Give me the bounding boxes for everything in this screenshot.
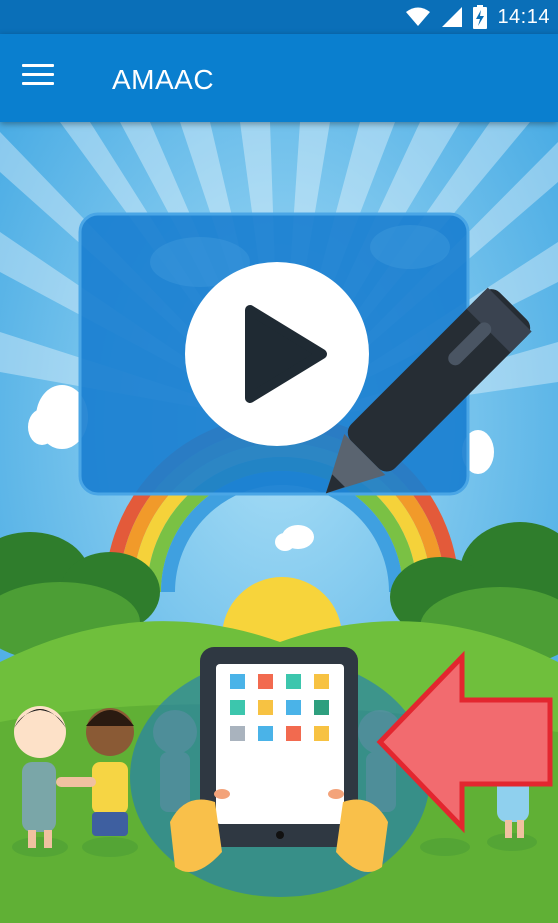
cell-signal-icon [442,7,463,27]
hero-scene [0,122,558,923]
status-icons: 14:14 [405,4,550,30]
status-time: 14:14 [497,5,550,28]
hero-illustration [0,122,558,923]
tablet-icon [170,647,388,872]
hamburger-menu-icon[interactable] [22,64,58,94]
status-bar: 14:14 [0,0,558,34]
app-title: AMAAC [112,64,215,95]
battery-charging-icon [473,5,488,29]
play-icon[interactable] [185,262,369,446]
wifi-icon [406,7,431,26]
app-bar: AMAAC [0,34,558,122]
